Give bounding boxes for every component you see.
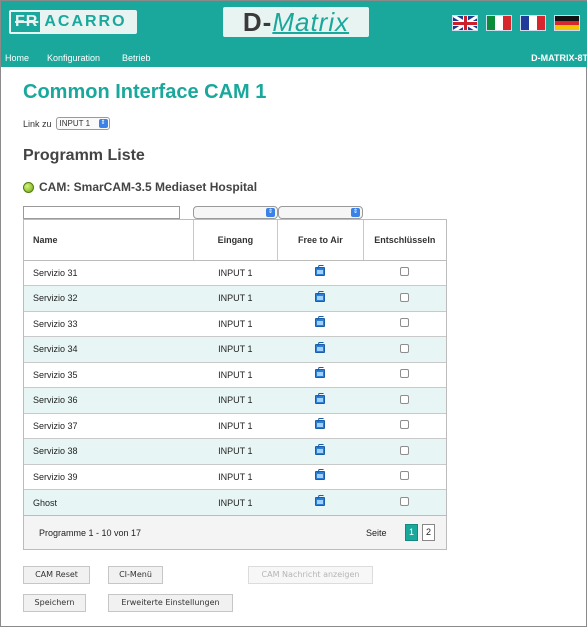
tv-icon xyxy=(315,318,326,328)
table-row: Servizio 35 INPUT 1 xyxy=(24,361,446,388)
main-nav: Home Konfiguration Betrieb D-MATRIX-8T xyxy=(1,53,587,67)
page-frame: FR ACARRO D-Matrix Home Konfiguration Bet… xyxy=(0,0,587,627)
select-stepper-icon: ⇕ xyxy=(98,119,108,128)
tv-icon xyxy=(315,394,326,404)
device-brand: D-MATRIX-8T xyxy=(531,53,587,63)
decrypt-checkbox[interactable] xyxy=(400,445,410,455)
nav-home[interactable]: Home xyxy=(5,53,29,63)
dmatrix-logo-matrix: Matrix xyxy=(272,7,350,37)
table-row: Servizio 37 INPUT 1 xyxy=(24,412,446,439)
row-name: Servizio 39 xyxy=(24,463,193,490)
row-input: INPUT 1 xyxy=(193,310,278,337)
decrypt-checkbox[interactable] xyxy=(400,394,410,404)
search-input[interactable] xyxy=(23,206,180,219)
decrypt-checkbox[interactable] xyxy=(400,267,410,277)
tv-icon xyxy=(315,420,326,430)
advanced-settings-button[interactable]: Erweiterte Einstellungen xyxy=(108,594,233,612)
link-input-value: INPUT 1 xyxy=(59,119,91,128)
tv-icon xyxy=(315,497,326,506)
table-row: Ghost INPUT 1 xyxy=(24,489,446,515)
header-bar: FR ACARRO D-Matrix Home Konfiguration Bet… xyxy=(1,1,587,67)
nav-konfiguration[interactable]: Konfiguration xyxy=(47,53,100,63)
row-input: INPUT 1 xyxy=(193,259,278,286)
pagination-bar: Programme 1 - 10 von 17 Seite 1 2 xyxy=(24,515,446,549)
page-title: Common Interface CAM 1 xyxy=(23,81,267,103)
nav-betrieb[interactable]: Betrieb xyxy=(122,53,151,63)
row-input: INPUT 1 xyxy=(193,412,278,439)
tv-icon xyxy=(315,343,326,353)
row-name: Servizio 31 xyxy=(24,259,193,286)
dmatrix-logo-d: D- xyxy=(242,7,273,37)
fracarro-logo: FR ACARRO xyxy=(9,10,137,34)
row-input: INPUT 1 xyxy=(193,387,278,413)
decrypt-checkbox[interactable] xyxy=(400,343,410,353)
table-row: Servizio 36 INPUT 1 xyxy=(24,387,446,413)
row-input: INPUT 1 xyxy=(193,438,278,464)
flag-italy-icon[interactable] xyxy=(486,15,512,31)
col-entschluesseln[interactable]: Entschlüsseln xyxy=(363,220,446,261)
section-title: Programm Liste xyxy=(23,147,145,164)
tv-icon xyxy=(315,267,326,277)
row-input: INPUT 1 xyxy=(193,361,278,388)
row-name: Servizio 34 xyxy=(24,336,193,362)
tv-icon xyxy=(315,369,326,379)
tv-icon xyxy=(315,471,326,481)
row-input: INPUT 1 xyxy=(193,336,278,362)
cam-label: CAM: SmarCAM-3.5 Mediaset Hospital xyxy=(39,180,258,194)
row-input: INPUT 1 xyxy=(193,285,278,311)
flag-uk-icon[interactable] xyxy=(452,15,478,31)
row-name: Servizio 36 xyxy=(24,387,193,413)
link-label: Link zu xyxy=(23,118,52,129)
language-flags xyxy=(452,15,580,31)
link-row: Link zu INPUT 1 ⇕ xyxy=(23,117,110,130)
decrypt-checkbox[interactable] xyxy=(400,497,410,506)
decrypt-checkbox[interactable] xyxy=(400,318,410,328)
cam-message-button[interactable]: CAM Nachricht anzeigen xyxy=(248,566,373,584)
table-row: Servizio 39 INPUT 1 xyxy=(24,463,446,490)
program-table: Name Eingang Free to Air Entschlüsseln S… xyxy=(23,219,447,550)
select-stepper-icon: ⇕ xyxy=(266,208,275,217)
decrypt-checkbox[interactable] xyxy=(400,471,410,481)
row-input: INPUT 1 xyxy=(193,463,278,490)
decrypt-checkbox[interactable] xyxy=(400,369,410,379)
cam-reset-button[interactable]: CAM Reset xyxy=(23,566,90,584)
table-row: Servizio 34 INPUT 1 xyxy=(24,336,446,362)
pagination-label: Seite xyxy=(366,528,387,538)
table-row: Servizio 32 INPUT 1 xyxy=(24,285,446,311)
save-button[interactable]: Speichern xyxy=(23,594,86,612)
row-input: INPUT 1 xyxy=(193,489,278,515)
flag-france-icon[interactable] xyxy=(520,15,546,31)
dmatrix-logo: D-Matrix xyxy=(223,7,369,37)
table-row: Servizio 31 INPUT 1 xyxy=(24,259,446,286)
tv-icon xyxy=(315,292,326,302)
table-row: Servizio 33 INPUT 1 xyxy=(24,310,446,337)
status-indicator-icon xyxy=(23,181,34,193)
decrypt-checkbox[interactable] xyxy=(400,292,410,302)
select-stepper-icon: ⇕ xyxy=(351,208,360,217)
row-name: Servizio 35 xyxy=(24,361,193,388)
filter-select-1[interactable]: ⇕ xyxy=(193,206,278,219)
decrypt-checkbox[interactable] xyxy=(400,420,410,430)
col-eingang[interactable]: Eingang xyxy=(193,220,279,261)
page-button-2[interactable]: 2 xyxy=(422,524,435,541)
link-input-select[interactable]: INPUT 1 ⇕ xyxy=(55,117,110,130)
fracarro-logo-rest: ACARRO xyxy=(40,12,135,32)
col-name[interactable]: Name xyxy=(24,220,194,261)
row-name: Servizio 33 xyxy=(24,310,193,337)
row-name: Servizio 38 xyxy=(24,438,193,464)
page-button-1[interactable]: 1 xyxy=(405,524,418,541)
cam-status-row: CAM: SmarCAM-3.5 Mediaset Hospital xyxy=(23,180,257,194)
pagination-range: Programme 1 - 10 von 17 xyxy=(39,528,142,538)
tv-icon xyxy=(315,445,326,455)
col-free-to-air[interactable]: Free to Air xyxy=(277,220,364,261)
table-row: Servizio 38 INPUT 1 xyxy=(24,438,446,464)
ci-menu-button[interactable]: CI-Menü xyxy=(108,566,163,584)
fracarro-logo-fr: FR xyxy=(15,13,39,30)
row-name: Ghost xyxy=(24,489,193,515)
filter-select-2[interactable]: ⇕ xyxy=(278,206,363,219)
row-name: Servizio 37 xyxy=(24,412,193,439)
flag-germany-icon[interactable] xyxy=(554,15,580,31)
row-name: Servizio 32 xyxy=(24,285,193,311)
